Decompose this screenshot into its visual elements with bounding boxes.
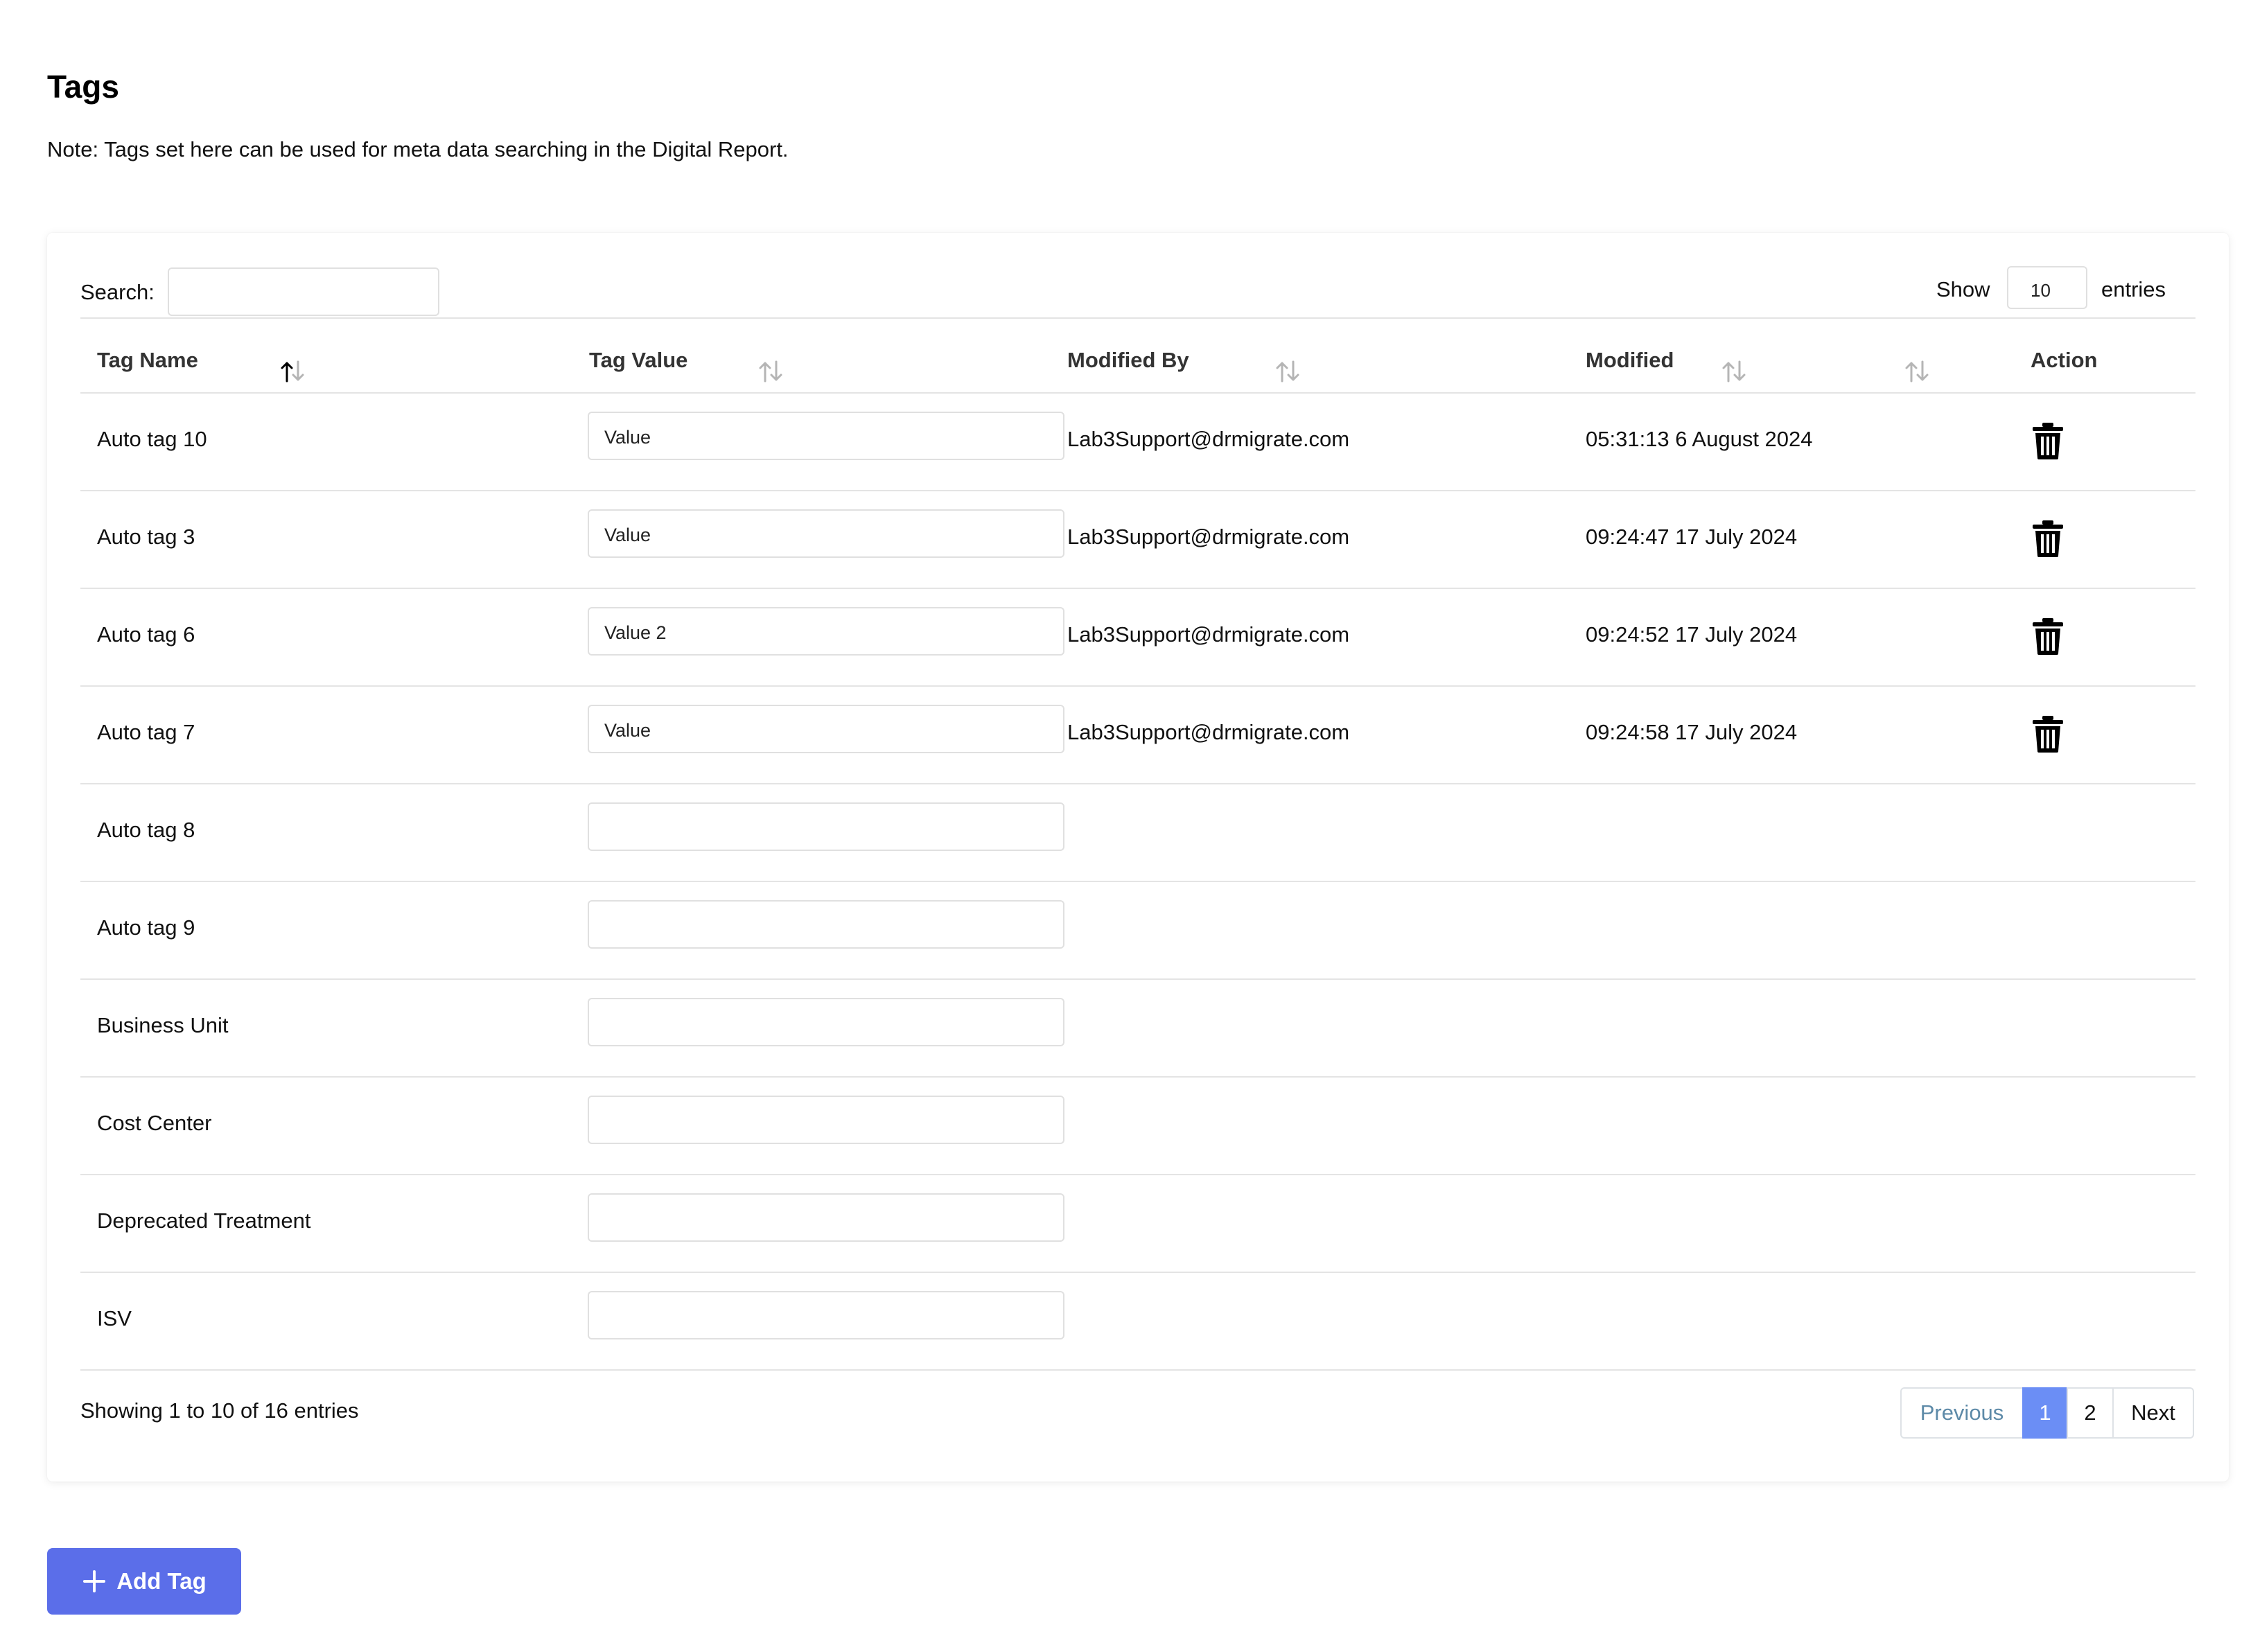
- trash-icon[interactable]: [2031, 519, 2065, 558]
- tag-name-cell: Cost Center: [97, 1111, 212, 1135]
- search-input[interactable]: [168, 267, 439, 316]
- table-row: Auto tag 10 Value Lab3Support@drmigrate.co…: [80, 394, 2195, 491]
- column-header-tag-name[interactable]: Tag Name: [97, 348, 198, 373]
- sort-arrows-icon[interactable]: [757, 358, 784, 385]
- page-note: Note: Tags set here can be used for meta…: [47, 137, 789, 161]
- tag-value-input[interactable]: Value: [588, 705, 1064, 753]
- page-title: Tags: [47, 69, 119, 105]
- tag-name-cell: Auto tag 9: [97, 915, 195, 940]
- modified-by-cell: Lab3Support@drmigrate.com: [1067, 525, 1350, 549]
- tag-name-cell: Deprecated Treatment: [97, 1209, 311, 1233]
- column-header-tag-value[interactable]: Tag Value: [589, 348, 687, 373]
- page-size-select[interactable]: 10: [2007, 266, 2087, 309]
- tag-value-input[interactable]: [588, 1193, 1064, 1242]
- modified-by-cell: Lab3Support@drmigrate.com: [1067, 427, 1350, 451]
- table-row: Deprecated Treatment: [80, 1175, 2195, 1273]
- column-header-action[interactable]: Action: [2031, 348, 2097, 373]
- sort-arrows-icon[interactable]: [1720, 358, 1748, 385]
- page-1-button[interactable]: 1: [2022, 1387, 2068, 1439]
- tag-name-cell: Auto tag 8: [97, 818, 195, 842]
- tag-name-cell: Auto tag 6: [97, 622, 195, 647]
- table-info: Showing 1 to 10 of 16 entries: [80, 1398, 359, 1423]
- row-divider: [80, 1369, 2195, 1371]
- table-row: Auto tag 3 Value Lab3Support@drmigrate.com…: [80, 491, 2195, 589]
- page-2-button[interactable]: 2: [2067, 1387, 2114, 1439]
- sort-arrows-icon[interactable]: [1903, 358, 1931, 385]
- column-header-modified-by[interactable]: Modified By: [1067, 348, 1189, 373]
- table-row: Auto tag 7 Value Lab3Support@drmigrate.com…: [80, 687, 2195, 784]
- modified-by-cell: Lab3Support@drmigrate.com: [1067, 622, 1350, 647]
- add-tag-label: Add Tag: [116, 1568, 207, 1594]
- tag-value-input[interactable]: Value 2: [588, 607, 1064, 656]
- table-row: Auto tag 6 Value 2 Lab3Support@drmigrate.c…: [80, 589, 2195, 687]
- pagination: Previous 1 2 Next: [1900, 1387, 2194, 1439]
- modified-cell: 09:24:58 17 July 2024: [1586, 720, 1798, 744]
- modified-cell: 05:31:13 6 August 2024: [1586, 427, 1813, 451]
- tags-page: Tags Note: Tags set here can be used for…: [0, 0, 2244, 1652]
- sort-ascending-icon[interactable]: [279, 358, 306, 385]
- sort-arrows-icon[interactable]: [1274, 358, 1301, 385]
- table-row: Cost Center: [80, 1078, 2195, 1175]
- table-row: Auto tag 9: [80, 882, 2195, 980]
- tag-value-input[interactable]: Value: [588, 412, 1064, 460]
- tag-value-input[interactable]: [588, 1096, 1064, 1144]
- tag-value-input[interactable]: Value: [588, 509, 1064, 558]
- table-row: Business Unit: [80, 980, 2195, 1078]
- tag-value-input[interactable]: [588, 900, 1064, 949]
- tag-name-cell: Auto tag 7: [97, 720, 195, 744]
- modified-by-cell: Lab3Support@drmigrate.com: [1067, 720, 1350, 744]
- tag-name-cell: Auto tag 10: [97, 427, 207, 451]
- modified-cell: 09:24:52 17 July 2024: [1586, 622, 1798, 647]
- divider: [80, 317, 2195, 319]
- add-tag-button[interactable]: Add Tag: [47, 1548, 241, 1615]
- table-row: Auto tag 8: [80, 784, 2195, 882]
- tag-name-cell: Business Unit: [97, 1013, 229, 1037]
- entries-label: entries: [2101, 277, 2166, 301]
- tag-value-input[interactable]: [588, 998, 1064, 1046]
- show-label: Show: [1936, 277, 1990, 301]
- trash-icon[interactable]: [2031, 421, 2065, 460]
- trash-icon[interactable]: [2031, 714, 2065, 753]
- previous-page-button[interactable]: Previous: [1900, 1387, 2024, 1439]
- tag-value-input[interactable]: [588, 1291, 1064, 1339]
- column-header-modified[interactable]: Modified: [1586, 348, 1674, 373]
- tag-value-input[interactable]: [588, 802, 1064, 851]
- tags-table-card: Search: Show 10 entries Tag Name Tag Val…: [47, 233, 2229, 1482]
- table-row: ISV: [80, 1273, 2195, 1371]
- tag-name-cell: Auto tag 3: [97, 525, 195, 549]
- modified-cell: 09:24:47 17 July 2024: [1586, 525, 1798, 549]
- search-label: Search:: [80, 280, 155, 304]
- trash-icon[interactable]: [2031, 617, 2065, 656]
- tag-name-cell: ISV: [97, 1306, 132, 1330]
- next-page-button[interactable]: Next: [2112, 1387, 2194, 1439]
- plus-icon: [83, 1570, 106, 1592]
